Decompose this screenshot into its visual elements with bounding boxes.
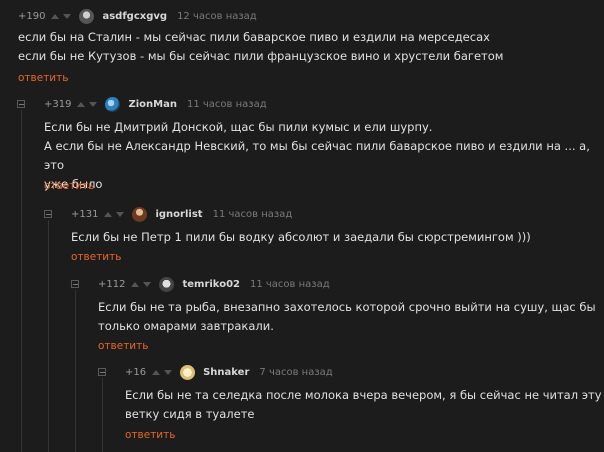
downvote-icon[interactable] [143, 281, 152, 287]
user-avatar-icon[interactable] [79, 8, 95, 24]
upvote-icon[interactable] [77, 101, 86, 107]
rating: +16 [125, 366, 147, 378]
user-avatar-icon[interactable] [105, 96, 121, 112]
comment-line: если бы на Сталин - мы сейчас пили бавар… [18, 30, 490, 44]
rating: +131 [71, 208, 99, 220]
user-avatar-icon[interactable] [132, 206, 148, 222]
upvote-icon[interactable] [51, 13, 60, 19]
thread-line [102, 378, 103, 452]
collapse-button[interactable] [98, 368, 106, 376]
comment-header: +112 temriko02 11 часов назад [98, 276, 330, 292]
downvote-icon[interactable] [164, 369, 173, 375]
author-name[interactable]: Shnaker [203, 367, 249, 378]
comment-text: Если бы не та рыба, внезапно захотелось … [98, 298, 596, 336]
upvote-icon[interactable] [104, 211, 113, 217]
downvote-icon[interactable] [116, 211, 125, 217]
comment-header: +190 asdfgcxgvg 12 часов назад [18, 8, 257, 24]
comment-text: Если бы не та селедка после молока вчера… [125, 386, 602, 424]
timestamp[interactable]: 11 часов назад [213, 209, 293, 220]
collapse-button[interactable] [44, 210, 52, 218]
reply-link[interactable]: ответить [98, 340, 148, 352]
reply-link[interactable]: ответить [125, 429, 175, 441]
author-name[interactable]: ignorlist [155, 209, 202, 220]
comment-text: Если бы не Петр 1 пили бы водку абсолют … [71, 228, 531, 247]
comment-line: только омарами завтракали. [98, 319, 274, 333]
timestamp[interactable]: 11 часов назад [187, 99, 267, 110]
comment-line: Если бы не та селедка после молока вчера… [125, 388, 602, 402]
rating: +190 [18, 10, 46, 22]
downvote-icon[interactable] [63, 13, 72, 19]
comment-line: если бы не Кутузов - мы бы сейчас пили ф… [18, 49, 504, 63]
timestamp[interactable]: 7 часов назад [259, 367, 332, 378]
comment-header: +16 Shnaker 7 часов назад [125, 364, 333, 380]
comment-line: Если бы не та рыба, внезапно захотелось … [98, 300, 596, 314]
reply-link[interactable]: ответить [71, 251, 121, 263]
user-avatar-icon[interactable] [159, 276, 175, 292]
comment-line: ветку сидя в туалете [125, 407, 255, 421]
comment-line: Если бы не Дмитрий Донской, щас бы пили … [44, 120, 433, 134]
comment-header: +319 ZionMan 11 часов назад [44, 96, 267, 112]
comment-line: уже было [44, 177, 103, 191]
collapse-button[interactable] [71, 280, 79, 288]
upvote-icon[interactable] [152, 369, 161, 375]
thread-line [75, 290, 76, 452]
collapse-button[interactable] [17, 100, 25, 108]
downvote-icon[interactable] [89, 101, 98, 107]
comment-header: +131 ignorlist 11 часов назад [71, 206, 292, 222]
rating: +112 [98, 278, 126, 290]
author-name[interactable]: ZionMan [128, 99, 177, 110]
timestamp[interactable]: 11 часов назад [250, 279, 330, 290]
comment-line: Если бы не Петр 1 пили бы водку абсолют … [71, 230, 531, 244]
thread-line [21, 110, 22, 452]
author-name[interactable]: asdfgcxgvg [102, 11, 167, 22]
rating: +319 [44, 98, 72, 110]
timestamp[interactable]: 12 часов назад [177, 11, 257, 22]
user-avatar-icon[interactable] [180, 364, 196, 380]
thread-line [48, 220, 49, 452]
comment-text: Если бы не Дмитрий Донской, щас бы пили … [44, 118, 604, 194]
comment-line: А если бы не Александр Невский, то мы бы… [44, 139, 590, 172]
comment-text: если бы на Сталин - мы сейчас пили бавар… [18, 28, 503, 66]
author-name[interactable]: temriko02 [182, 279, 240, 290]
reply-link[interactable]: ответить [44, 180, 94, 192]
upvote-icon[interactable] [131, 281, 140, 287]
reply-link[interactable]: ответить [18, 72, 68, 84]
